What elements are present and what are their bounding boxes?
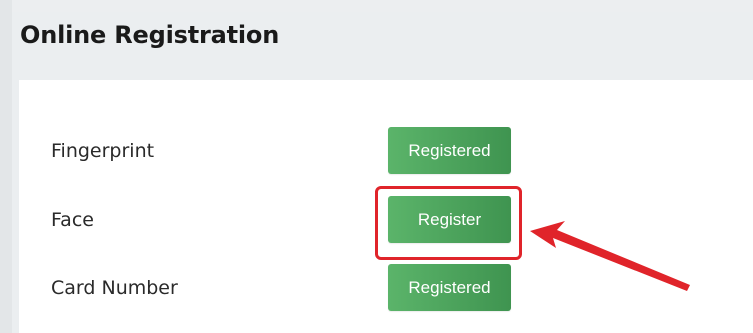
face-label: Face [51,209,94,231]
panel-title: Online Registration [20,21,280,49]
fingerprint-label: Fingerprint [51,140,155,162]
page: Online Registration Fingerprint Register… [0,0,753,333]
left-sidebar-strip [0,0,12,333]
fingerprint-registered-button[interactable]: Registered [388,127,511,174]
register-highlight-box [375,186,522,260]
panel-header: Online Registration [12,12,753,76]
card-number-label: Card Number [51,277,178,299]
red-arrow-icon [530,221,690,291]
card-number-registered-button[interactable]: Registered [388,264,511,311]
